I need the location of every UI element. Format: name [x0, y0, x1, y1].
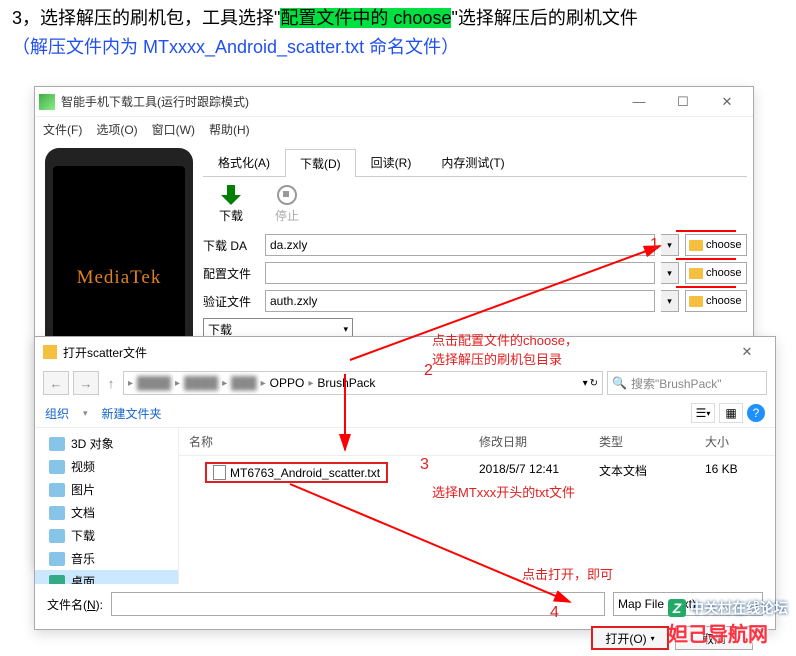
dialog-titlebar: 打开scatter文件 ✕ — [35, 337, 775, 367]
sidebar-item-video[interactable]: 视频 — [35, 455, 178, 478]
num-1: 1 — [650, 236, 659, 254]
open-dialog: 打开scatter文件 ✕ ← → ↑ ▸████▸████▸███▸ OPPO… — [34, 336, 776, 630]
cfg-dropdown[interactable]: ▾ — [661, 262, 679, 284]
da-dropdown[interactable]: ▾ — [661, 234, 679, 256]
underline-1 — [676, 230, 736, 232]
tabs: 格式化(A) 下载(D) 回读(R) 内存测试(T) — [203, 148, 747, 177]
folder-icon — [49, 483, 65, 497]
num-3: 3 — [420, 456, 429, 474]
breadcrumb[interactable]: ▸████▸████▸███▸ OPPO▸ BrushPack ▾↻ — [123, 371, 603, 395]
search-input[interactable]: 🔍 搜索"BrushPack" — [607, 371, 767, 395]
search-icon: 🔍 — [612, 376, 627, 390]
main-titlebar: 智能手机下载工具(运行时跟踪模式) — ☐ ✕ — [35, 87, 753, 117]
col-type[interactable]: 类型 — [589, 428, 695, 455]
organize-button[interactable]: 组织 — [45, 405, 69, 422]
da-choose-button[interactable]: choose — [685, 234, 747, 256]
nav-up-button[interactable]: ↑ — [103, 371, 119, 395]
folder-icon — [49, 460, 65, 474]
menubar: 文件(F) 选项(O) 窗口(W) 帮助(H) — [35, 117, 753, 142]
col-size[interactable]: 大小 — [695, 428, 775, 455]
download-icon — [221, 185, 241, 205]
folder-icon — [49, 552, 65, 566]
file-row[interactable]: MT6763_Android_scatter.txt 2018/5/7 12:4… — [179, 456, 775, 489]
da-label: 下载 DA — [203, 237, 259, 254]
sidebar-item-3d[interactable]: 3D 对象 — [35, 432, 178, 455]
folder-icon — [49, 575, 65, 585]
main-title: 智能手机下载工具(运行时跟踪模式) — [61, 93, 617, 110]
nav-back-button[interactable]: ← — [43, 371, 69, 395]
tab-readback[interactable]: 回读(R) — [356, 148, 427, 176]
dialog-title: 打开scatter文件 — [63, 344, 727, 361]
tab-memtest[interactable]: 内存测试(T) — [426, 148, 519, 176]
sidebar-item-music[interactable]: 音乐 — [35, 547, 178, 570]
folder-icon — [49, 529, 65, 543]
file-list: 名称 修改日期 类型 大小 MT6763_Android_scatter.txt… — [179, 428, 775, 584]
sidebar: 3D 对象 视频 图片 文档 下载 音乐 桌面 — [35, 428, 179, 584]
sidebar-item-downloads[interactable]: 下载 — [35, 524, 178, 547]
underline-3 — [676, 286, 736, 288]
nav-forward-button[interactable]: → — [73, 371, 99, 395]
tab-format[interactable]: 格式化(A) — [203, 148, 285, 176]
folder-icon — [689, 268, 703, 279]
help-button[interactable]: ? — [747, 404, 765, 422]
view-list-button[interactable]: ☰▾ — [691, 403, 715, 423]
num-2: 2 — [424, 362, 433, 380]
folder-icon — [49, 506, 65, 520]
app-icon — [39, 94, 55, 110]
menu-window[interactable]: 窗口(W) — [152, 121, 195, 138]
da-input[interactable] — [265, 234, 655, 256]
open-button[interactable]: 打开(O) ▾ — [591, 626, 669, 650]
folder-icon — [49, 437, 65, 451]
folder-icon — [689, 296, 703, 307]
cfg-input[interactable] — [265, 262, 655, 284]
col-date[interactable]: 修改日期 — [469, 428, 589, 455]
view-details-button[interactable]: ▦ — [719, 403, 743, 423]
underline-2 — [676, 258, 736, 260]
cfg-label: 配置文件 — [203, 265, 259, 282]
tab-download[interactable]: 下载(D) — [285, 149, 356, 177]
stop-icon — [277, 185, 297, 205]
sidebar-item-pictures[interactable]: 图片 — [35, 478, 178, 501]
file-highlighted: MT6763_Android_scatter.txt — [205, 462, 388, 483]
download-button[interactable]: 下载 — [219, 185, 243, 224]
folder-icon — [43, 345, 57, 359]
sidebar-item-desktop[interactable]: 桌面 — [35, 570, 178, 584]
watermark: Z中关村在线论坛 妲己导航网 — [668, 598, 788, 647]
folder-icon — [689, 240, 703, 251]
sidebar-item-documents[interactable]: 文档 — [35, 501, 178, 524]
filename-label: 文件名(N): — [47, 596, 103, 613]
menu-options[interactable]: 选项(O) — [96, 121, 137, 138]
num-4: 4 — [550, 604, 559, 622]
instruction-text: 3，选择解压的刷机包，工具选择"配置文件中的 choose"选择解压后的刷机文件… — [0, 0, 796, 66]
auth-dropdown[interactable]: ▾ — [661, 290, 679, 312]
maximize-button[interactable]: ☐ — [661, 88, 705, 116]
filename-input[interactable] — [111, 592, 605, 616]
menu-help[interactable]: 帮助(H) — [209, 121, 250, 138]
newfolder-button[interactable]: 新建文件夹 — [102, 405, 162, 422]
col-name[interactable]: 名称 — [179, 428, 469, 455]
auth-choose-button[interactable]: choose — [685, 290, 747, 312]
menu-file[interactable]: 文件(F) — [43, 121, 82, 138]
document-icon — [213, 465, 226, 480]
auth-input[interactable] — [265, 290, 655, 312]
cfg-choose-button[interactable]: choose — [685, 262, 747, 284]
close-button[interactable]: ✕ — [705, 88, 749, 116]
dialog-close-button[interactable]: ✕ — [727, 338, 767, 366]
auth-label: 验证文件 — [203, 293, 259, 310]
stop-button[interactable]: 停止 — [275, 185, 299, 224]
minimize-button[interactable]: — — [617, 88, 661, 116]
